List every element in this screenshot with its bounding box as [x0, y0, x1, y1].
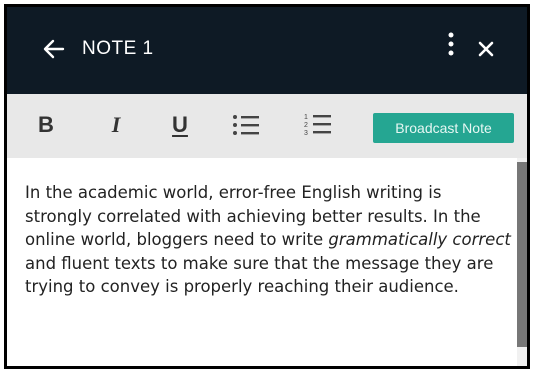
broadcast-note-button[interactable]: Broadcast Note	[373, 113, 514, 143]
note-text-emphasis: grammatically correct	[328, 230, 511, 249]
italic-button[interactable]: I	[99, 108, 133, 142]
svg-text:1: 1	[304, 114, 308, 121]
svg-text:2: 2	[304, 122, 308, 129]
bullet-list-icon	[233, 115, 259, 135]
note-content-area[interactable]: In the academic world, error-free Englis…	[7, 158, 527, 366]
more-menu-button[interactable]	[444, 30, 458, 60]
note-text-part-2: and fluent texts to make sure that the m…	[25, 253, 494, 297]
svg-text:3: 3	[304, 130, 308, 137]
scrollbar-thumb[interactable]	[517, 162, 527, 347]
numbered-list-button[interactable]: 1 2 3	[301, 108, 335, 142]
close-icon	[478, 41, 494, 57]
note-body[interactable]: In the academic world, error-free Englis…	[25, 181, 511, 299]
close-button[interactable]	[477, 40, 495, 58]
note-window: NOTE 1 B I U 1 2 3 Broadcast Note In the…	[4, 4, 530, 369]
note-header: NOTE 1	[7, 7, 527, 94]
bold-button[interactable]: B	[29, 108, 63, 142]
more-vertical-icon	[448, 32, 454, 56]
arrow-left-icon	[43, 39, 65, 59]
underline-button[interactable]: U	[163, 108, 197, 142]
bullet-list-button[interactable]	[229, 108, 263, 142]
numbered-list-icon: 1 2 3	[304, 114, 331, 137]
format-toolbar: B I U 1 2 3 Broadcast Note	[7, 94, 527, 158]
back-button[interactable]	[43, 37, 65, 61]
note-title: NOTE 1	[82, 38, 154, 59]
